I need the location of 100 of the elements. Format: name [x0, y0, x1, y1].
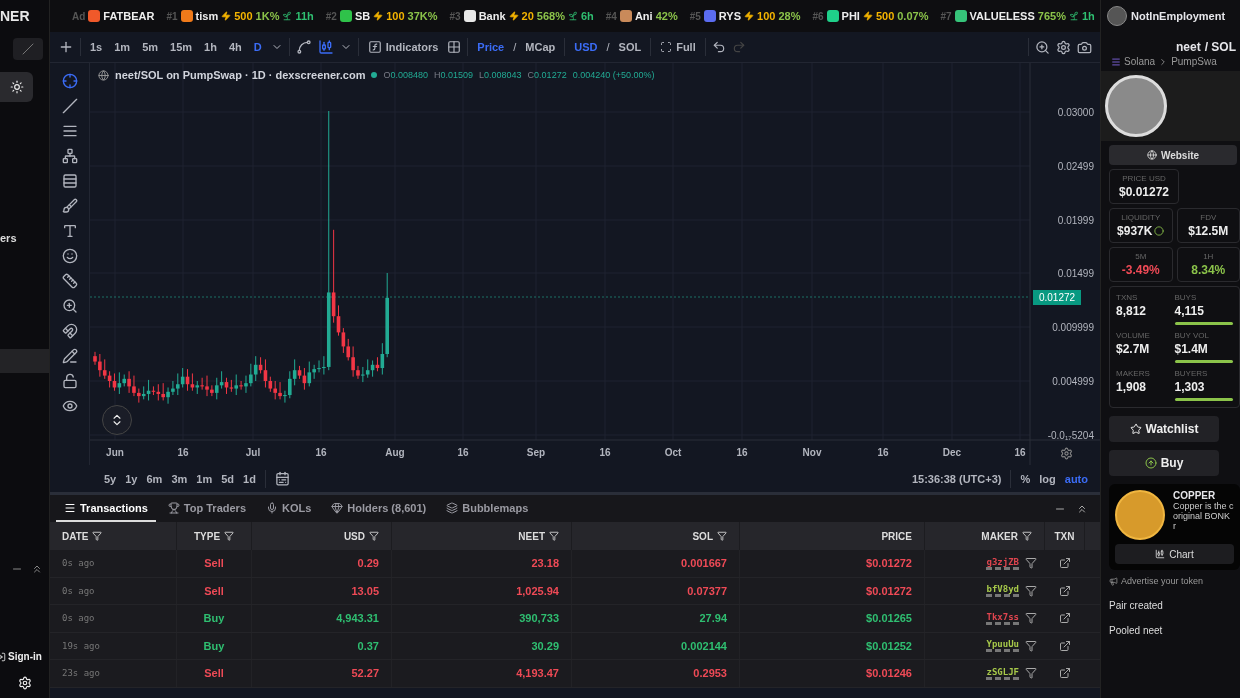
fibonacci-icon[interactable] [61, 173, 78, 189]
sidebar-item[interactable] [0, 72, 33, 102]
count-value: 8,812 [1116, 304, 1148, 318]
ad-text: original BONK r [1173, 511, 1232, 531]
ticker-item[interactable]: #7 VALUELESS 765% 1h [940, 10, 1095, 22]
range-button[interactable]: 5y [104, 472, 117, 485]
chevrons-up-icon[interactable] [31, 563, 43, 575]
chain-link[interactable]: Solana [1124, 56, 1156, 67]
ticker-item[interactable]: #4 Ani 42% [605, 10, 678, 22]
ticker-item[interactable]: #3 Bank 20 568% 6h [449, 10, 594, 22]
maker-address[interactable]: bfV8yd [986, 584, 1019, 598]
range-button[interactable]: 1d [243, 472, 256, 485]
avatar[interactable] [1107, 6, 1127, 26]
ratio-bar [1174, 322, 1233, 325]
time-axis-label: 16 [1014, 447, 1026, 458]
external-link-icon[interactable] [1059, 557, 1071, 570]
chart-button[interactable]: Chart [1115, 544, 1234, 564]
price-mode-toggle[interactable]: MCap [522, 41, 559, 53]
ticker-item[interactable]: #2 SB 100 37K% [325, 10, 438, 22]
timeframe-button[interactable]: 4h [225, 41, 245, 53]
maker-address[interactable]: Tkx7ss [986, 611, 1019, 625]
fullscreen-button[interactable]: Full [657, 41, 699, 53]
trend-line-icon[interactable] [61, 98, 78, 114]
filter-icon[interactable] [1025, 557, 1037, 570]
undo-icon[interactable] [711, 40, 726, 54]
crosshair-icon[interactable] [61, 73, 78, 89]
maker-address[interactable]: zSGLJF [986, 666, 1019, 680]
candlestick-icon[interactable] [317, 39, 334, 55]
ticker-item[interactable]: #1 tism 500 1K% 11h [166, 10, 314, 22]
dex-link[interactable]: PumpSwa [1171, 56, 1217, 67]
eye-icon[interactable] [61, 398, 78, 414]
external-link-icon[interactable] [1059, 639, 1071, 652]
ticker-item[interactable]: #6 PHI 500 0.07% [812, 10, 929, 22]
pattern-icon[interactable] [61, 148, 78, 164]
add-icon[interactable] [58, 39, 74, 55]
sprout-icon [282, 11, 293, 21]
zoom-icon[interactable] [1035, 39, 1050, 55]
sign-in-link[interactable]: Sign-in [0, 651, 49, 662]
external-link-icon[interactable] [1059, 612, 1071, 625]
range-button[interactable]: 1m [196, 472, 213, 485]
maker-address[interactable]: YpuuUu [986, 639, 1019, 653]
advertise-link[interactable]: Advertise your token [1101, 570, 1240, 586]
unlock-icon[interactable] [61, 373, 78, 389]
timeframe-button[interactable]: 5m [139, 41, 162, 53]
brush-icon[interactable] [61, 198, 78, 214]
filter-icon[interactable] [1025, 667, 1037, 680]
time-axis-label: Jun [106, 447, 124, 458]
ticker-item[interactable]: #5 RYS 100 28% [689, 10, 801, 22]
indicators-button[interactable]: Indicators [364, 40, 442, 54]
emoji-icon[interactable] [61, 248, 78, 264]
timeframe-button[interactable]: 1h [201, 41, 220, 53]
time-axis-label: Dec [942, 447, 962, 458]
timeframe-button[interactable]: 15m [167, 41, 196, 53]
range-button[interactable]: 1y [125, 472, 138, 485]
range-button[interactable]: 5d [221, 472, 235, 485]
camera-icon[interactable] [1077, 39, 1092, 55]
magnet-icon[interactable] [61, 323, 78, 339]
filter-icon[interactable] [1025, 584, 1037, 597]
parallel-lines-icon[interactable] [61, 123, 78, 139]
grid-icon[interactable] [447, 40, 462, 54]
token-avatar [1115, 490, 1165, 540]
filter-icon[interactable] [1025, 612, 1037, 625]
timeframe-button[interactable]: 1s [87, 41, 106, 53]
zoom-icon[interactable] [61, 298, 78, 314]
panel-tab[interactable]: KOLs [258, 495, 320, 522]
panel-tab[interactable]: Bubblemaps [438, 495, 537, 522]
ohlc-value: H0.01509 [434, 70, 474, 80]
range-button[interactable]: 6m [146, 472, 163, 485]
boost-value: 500 [234, 10, 253, 22]
watchlist-button[interactable]: Watchlist [1109, 416, 1219, 442]
website-button[interactable]: Website [1109, 145, 1237, 165]
fullscreen-icon [660, 41, 673, 53]
text-icon[interactable] [61, 223, 78, 239]
currency-toggle[interactable]: USD [571, 41, 601, 53]
scale-toggle[interactable]: % [1020, 472, 1031, 485]
ruler-icon[interactable] [61, 273, 78, 289]
timeframe-button[interactable]: 1m [111, 41, 134, 53]
pencil-icon[interactable] [61, 348, 78, 364]
scale-toggle[interactable]: log [1039, 472, 1056, 485]
token-name: Ani [634, 10, 653, 22]
range-button[interactable]: 3m [171, 472, 188, 485]
currency-toggle[interactable]: SOL [615, 41, 645, 53]
microphone-icon [266, 501, 278, 514]
external-link-icon[interactable] [1059, 584, 1071, 597]
timeframe-button[interactable]: D [250, 41, 265, 53]
panel-tab[interactable]: Top Traders [159, 495, 254, 522]
buy-button[interactable]: Buy [1109, 450, 1219, 476]
separator-slash: / [513, 41, 517, 53]
filter-icon[interactable] [1025, 639, 1037, 652]
sidebar-label: ers [0, 232, 18, 244]
user-name[interactable]: NotInEmployment [1131, 10, 1226, 22]
ticker-item[interactable]: Ad FATBEAR [72, 10, 155, 22]
calendar-icon[interactable] [274, 471, 290, 486]
maker-address[interactable]: g3zjZB [986, 556, 1019, 570]
scale-toggle[interactable]: auto [1064, 472, 1088, 485]
settings-icon[interactable] [1056, 39, 1071, 55]
panel-tab[interactable]: Holders (8,601) [323, 495, 435, 522]
line-chart-icon[interactable] [295, 39, 312, 55]
external-link-icon[interactable] [1059, 667, 1071, 680]
price-mode-toggle[interactable]: Price [474, 41, 508, 53]
